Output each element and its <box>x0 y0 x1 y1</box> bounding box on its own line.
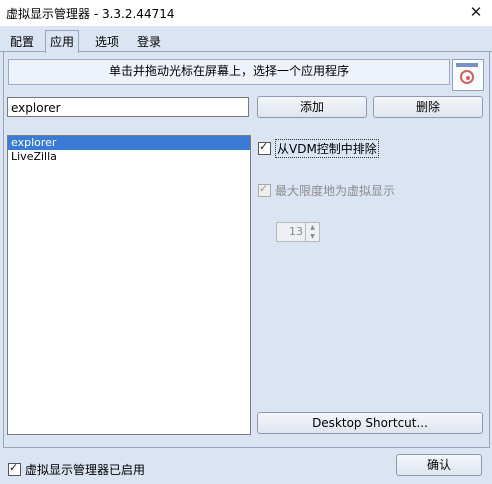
display-count-spinner[interactable]: 13 ▲ ▼ <box>276 222 320 242</box>
app-name-input[interactable]: explorer <box>7 97 249 117</box>
title-bar: 虚拟显示管理器 - 3.3.2.44714 ✕ <box>0 0 492 26</box>
desktop-shortcut-button[interactable]: Desktop Shortcut... <box>257 412 483 434</box>
maximize-label: 最大限度地为虚拟显示 <box>275 184 396 198</box>
vdm-enabled-checkbox[interactable]: 虚拟显示管理器已启用 <box>8 461 145 478</box>
vdm-enabled-label: 虚拟显示管理器已启用 <box>25 463 146 477</box>
tab-config[interactable]: 配置 <box>6 33 38 52</box>
ok-button[interactable]: 确认 <box>396 454 482 476</box>
tab-options[interactable]: 选项 <box>91 33 123 52</box>
window-title: 虚拟显示管理器 - 3.3.2.44714 <box>6 7 175 21</box>
close-icon[interactable]: ✕ <box>466 2 486 22</box>
exclude-checkbox[interactable]: 从VDM控制中排除 <box>258 139 379 158</box>
list-item[interactable]: explorer <box>8 136 250 150</box>
delete-button[interactable]: 删除 <box>373 96 483 118</box>
tab-apps[interactable]: 应用 <box>45 30 80 53</box>
exclude-label: 从VDM控制中排除 <box>275 139 379 158</box>
spinner-arrows-icon[interactable]: ▲ ▼ <box>305 223 319 241</box>
add-button[interactable]: 添加 <box>257 96 367 118</box>
checkbox-box[interactable] <box>258 182 271 197</box>
target-icon-bar <box>456 63 478 67</box>
crosshair-target-icon[interactable] <box>452 59 484 91</box>
tab-strip: 配置 应用 选项 登录 <box>0 30 492 53</box>
spinner-value: 13 <box>289 225 303 238</box>
checkbox-box[interactable] <box>8 461 21 476</box>
app-list[interactable]: explorer LiveZilla <box>7 135 251 435</box>
target-icon-dot <box>466 76 470 80</box>
list-item[interactable]: LiveZilla <box>8 150 250 164</box>
instruction-banner: 单击并拖动光标在屏幕上，选择一个应用程序 <box>8 59 450 85</box>
maximize-checkbox[interactable]: 最大限度地为虚拟显示 <box>258 182 395 199</box>
checkbox-box[interactable] <box>258 140 271 155</box>
tab-login[interactable]: 登录 <box>133 33 165 52</box>
